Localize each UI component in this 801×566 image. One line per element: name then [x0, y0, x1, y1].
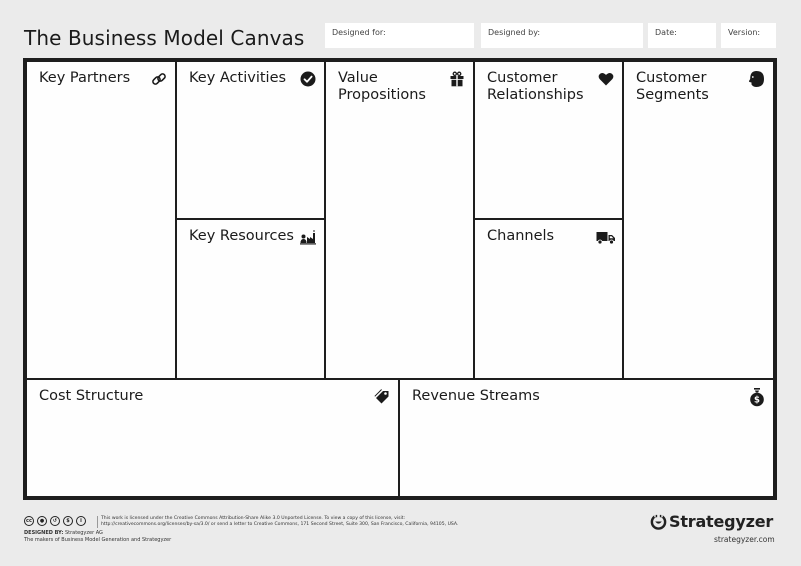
money-bag-icon: $: [749, 387, 765, 407]
page-title: The Business Model Canvas: [24, 26, 305, 50]
strategyzer-url-link[interactable]: strategyzer.com: [714, 535, 775, 544]
truck-icon: [596, 229, 616, 245]
heart-icon: [598, 71, 614, 87]
nc-icon: $: [63, 516, 73, 526]
strategyzer-wordmark: Strategyzer: [669, 512, 774, 531]
checkmark-circle-icon: [300, 71, 316, 87]
sa-icon: ↺: [50, 516, 60, 526]
designed-by-credit: DESIGNED BY: Strategyzer AG: [24, 530, 103, 536]
strategyzer-logo-icon: [650, 513, 667, 530]
value-propositions-label: Value Propositions: [338, 70, 426, 103]
attribution-icon: i: [76, 516, 86, 526]
designed-for-label: Designed for:: [332, 28, 386, 37]
strategyzer-logo[interactable]: Strategyzer: [650, 512, 773, 531]
date-field[interactable]: Date:: [648, 23, 716, 48]
designed-by-label: Designed by:: [488, 28, 541, 37]
version-field[interactable]: Version:: [721, 23, 776, 48]
creative-commons-icons: cc ● ↺ $ i: [24, 516, 86, 526]
link-icon: [151, 71, 167, 87]
svg-text:$: $: [754, 396, 760, 406]
version-label: Version:: [728, 28, 761, 37]
cost-structure-label: Cost Structure: [39, 388, 144, 404]
business-model-canvas: Key Partners Key Activities Key Resource…: [23, 58, 777, 500]
gift-icon: [449, 71, 465, 87]
date-label: Date:: [655, 28, 677, 37]
head-icon: [747, 70, 765, 88]
key-activities-block[interactable]: Key Activities: [177, 62, 324, 218]
customer-segments-block[interactable]: Customer Segments: [624, 62, 773, 378]
worker-factory-icon: [300, 229, 316, 245]
customer-relationships-label: Customer Relationships: [487, 70, 584, 103]
makers-tagline: The makers of Business Model Generation …: [24, 537, 172, 543]
cc-icon: cc: [24, 516, 34, 526]
key-resources-label: Key Resources: [189, 228, 294, 244]
revenue-streams-block[interactable]: Revenue Streams $: [400, 380, 773, 496]
designed-by-credit-value: Strategyzer AG: [64, 530, 103, 536]
customer-relationships-block[interactable]: Customer Relationships: [475, 62, 622, 218]
price-tag-icon: [374, 389, 390, 405]
channels-label: Channels: [487, 228, 555, 244]
revenue-streams-label: Revenue Streams: [412, 388, 540, 404]
key-partners-block[interactable]: Key Partners: [27, 62, 175, 378]
by-icon: ●: [37, 516, 47, 526]
designed-by-credit-label: DESIGNED BY:: [24, 530, 64, 536]
license-line-2: http://creativecommons.org/licenses/by-s…: [101, 522, 459, 527]
key-activities-label: Key Activities: [189, 70, 287, 86]
value-propositions-block[interactable]: Value Propositions: [326, 62, 473, 378]
channels-block[interactable]: Channels: [475, 220, 622, 378]
designed-for-field[interactable]: Designed for:: [325, 23, 474, 48]
key-resources-block[interactable]: Key Resources: [177, 220, 324, 378]
key-partners-label: Key Partners: [39, 70, 131, 86]
customer-segments-label: Customer Segments: [636, 70, 709, 103]
license-text: This work is licensed under the Creative…: [97, 516, 458, 528]
cost-structure-block[interactable]: Cost Structure: [27, 380, 398, 496]
designed-by-field[interactable]: Designed by:: [481, 23, 643, 48]
